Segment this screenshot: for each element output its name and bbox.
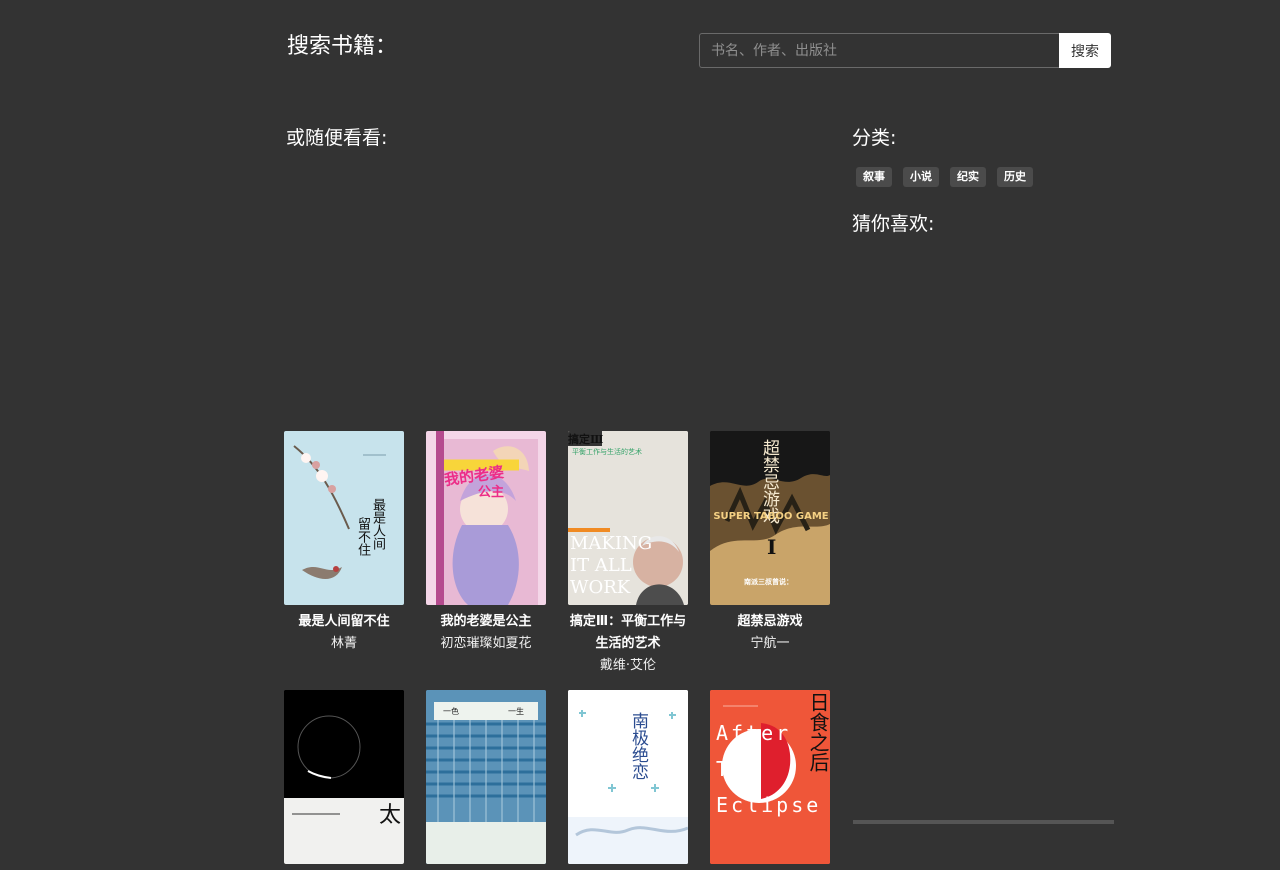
book-cover-image: 搞定Ⅲ 平衡工作与生活的艺术 MAKING IT ALL WORK [568,431,688,605]
random-books-title: 或随便看看: [286,127,388,149]
book-title: 最是人间留不住 [298,614,390,629]
book-card[interactable]: 一色 一生 [426,690,546,870]
search-form: 搜索 [699,33,1111,68]
book-author: 戴维·艾伦 [599,658,657,673]
book-title: 搞定Ⅲ：平衡工作与生活的艺术 [569,614,687,651]
book-cover-subtitle: 公主 [478,485,505,500]
book-cover-title: 最是人间 [370,498,385,550]
book-cover-title: 南极绝恋 [628,712,648,780]
category-tag-history[interactable]: 历史 [997,167,1033,187]
book-cover-english-line2: IT ALL [570,555,632,576]
eclipse-ring-cover-art [284,690,404,864]
book-cover-subtitle: 留不住 [355,517,370,556]
search-input[interactable] [699,33,1059,68]
book-card[interactable]: 我的老婆 公主 我的老婆是公主 初恋璀璨如夏花 [426,431,546,655]
anime-cover-art [436,431,538,605]
category-tag-narrative[interactable]: 叙事 [856,167,892,187]
book-cover-image: 太 [284,690,404,864]
book-cover-english-line1: After [716,721,792,745]
book-cover-image: 超禁忌游戏 SUPER TABOO GAME Ⅰ 南派三叔曾说： [710,431,830,605]
book-cover-image: 南极绝恋 [568,690,688,864]
search-button[interactable]: 搜索 [1059,33,1111,68]
book-cover-title-right: 一生 [508,707,524,716]
book-card[interactable]: 日食之后 After The Eclipse [710,690,830,870]
book-cover-english-title: SUPER TABOO GAME [713,511,829,522]
book-cover-image: 一色 一生 [426,690,546,864]
category-tag-nonfiction[interactable]: 纪实 [950,167,986,187]
book-cover-english-line1: MAKING [570,533,653,554]
floral-cover-art [293,445,386,580]
category-title: 分类: [852,127,897,149]
book-card[interactable]: 搞定Ⅲ 平衡工作与生活的艺术 MAKING IT ALL WORK 搞定Ⅲ：平衡… [568,431,688,677]
book-author: 宁航一 [750,636,790,651]
book-cover-english-line3: WORK [570,577,631,598]
book-card[interactable]: 超禁忌游戏 SUPER TABOO GAME Ⅰ 南派三叔曾说： 超禁忌游戏 宁… [710,431,830,655]
category-tag-fiction[interactable]: 小说 [903,167,939,187]
book-cover-title: 日食之后 [806,692,830,772]
book-title: 我的老婆是公主 [440,614,532,629]
book-author: 林菁 [330,636,357,651]
book-title: 超禁忌游戏 [737,614,803,629]
book-cover-subtitle: 平衡工作与生活的艺术 [572,448,642,456]
book-cover-title-left: 一色 [443,707,459,716]
book-card[interactable]: 太 [284,690,404,870]
book-cover-quote: 南派三叔曾说： [744,577,793,586]
search-label: 搜索书籍： [287,34,398,59]
category-tag-list: 叙事 小说 纪实 历史 [856,167,1033,187]
book-cover-english-line2: The [716,757,762,781]
book-cover-volume: Ⅰ [767,535,777,559]
book-cover-title: 搞定Ⅲ [568,433,604,446]
recommendation-title: 猜你喜欢: [852,213,935,235]
book-cover-image: 日食之后 After The Eclipse [710,690,830,864]
book-card[interactable]: 南极绝恋 [568,690,688,870]
book-cover-english-line3: Eclipse [716,793,822,817]
book-cover-image: 最是人间 留不住 [284,431,404,605]
book-cover-image: 我的老婆 公主 [426,431,546,605]
page-bottom-divider [853,820,1114,824]
book-author: 初恋璀璨如夏花 [440,636,532,651]
book-card[interactable]: 最是人间 留不住 最是人间留不住 林菁 [284,431,404,655]
